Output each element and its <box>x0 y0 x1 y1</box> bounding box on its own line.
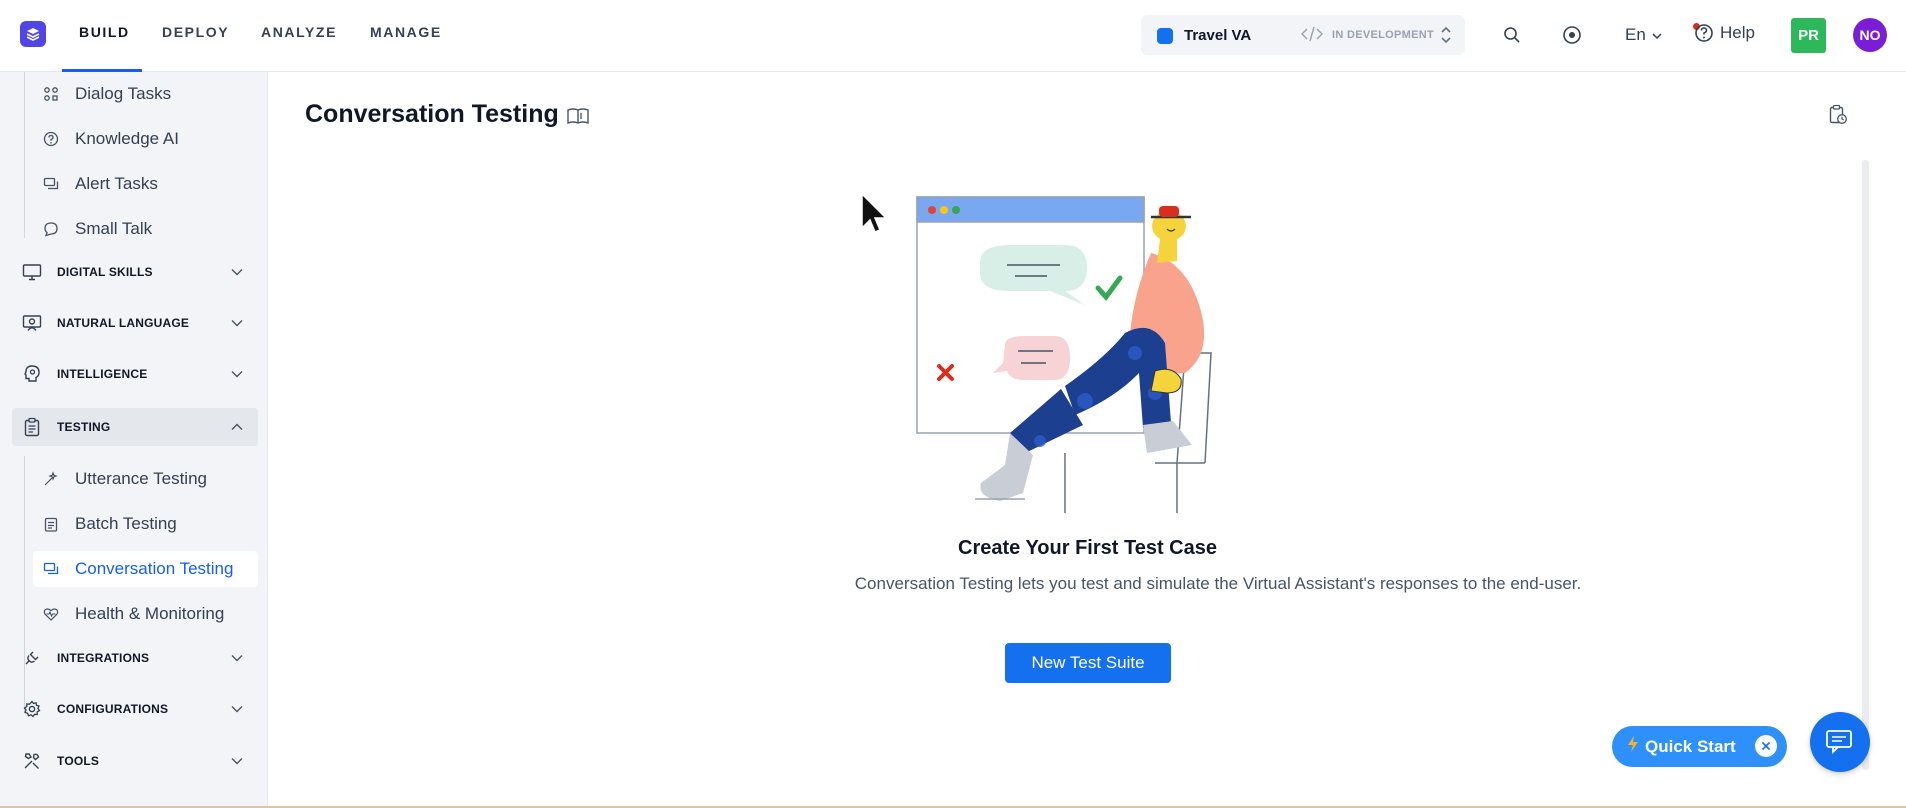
sidebar-item-dialog-tasks[interactable]: Dialog Tasks <box>33 76 258 112</box>
batch-testing-icon <box>43 516 59 532</box>
plug-icon <box>22 648 42 668</box>
sidebar-section-testing[interactable]: TESTING <box>12 408 258 446</box>
conversation-testing-icon <box>43 561 59 577</box>
bot-icon <box>1157 28 1173 44</box>
sidebar-section-label: INTEGRATIONS <box>57 651 150 665</box>
tab-analyze[interactable]: ANALYZE <box>261 24 337 40</box>
sidebar-section-label: TOOLS <box>57 754 100 768</box>
sidebar-item-utterance-testing[interactable]: Utterance Testing <box>33 461 258 497</box>
language-label: En <box>1625 25 1646 44</box>
settings-icon <box>22 699 42 719</box>
sidebar-item-label: Small Talk <box>75 219 153 238</box>
sidebar-section-natural-language[interactable]: NATURAL LANGUAGE <box>12 304 258 342</box>
bot-selector[interactable]: Travel VA IN DEVELOPMENT <box>1141 15 1465 55</box>
sidebar-item-knowledge-ai[interactable]: Knowledge AI <box>33 121 258 157</box>
chevron-up-icon <box>230 420 244 439</box>
chevron-down-icon <box>230 367 244 386</box>
intelligence-icon <box>22 364 42 384</box>
sidebar-section-label: TESTING <box>57 420 111 434</box>
sidebar-section-integrations[interactable]: INTEGRATIONS <box>12 639 258 677</box>
sidebar-item-label: Conversation Testing <box>75 559 234 578</box>
sidebar-section-label: INTELLIGENCE <box>57 367 148 381</box>
sidebar-item-label: Knowledge AI <box>75 129 179 148</box>
vertical-scrollbar[interactable] <box>1862 160 1869 770</box>
chevron-down-icon <box>230 265 244 284</box>
tab-build[interactable]: BUILD <box>79 24 130 40</box>
help-label: Help <box>1720 23 1755 42</box>
app-logo-icon[interactable] <box>20 21 46 47</box>
quick-start-label: Quick Start <box>1645 736 1736 756</box>
search-icon[interactable] <box>1501 24 1523 46</box>
sidebar-section-label: NATURAL LANGUAGE <box>57 316 190 330</box>
sidebar-item-label: Utterance Testing <box>75 469 207 488</box>
page-title: Conversation Testing <box>305 100 559 128</box>
lightning-icon <box>1627 735 1639 758</box>
empty-state-description: Conversation Testing lets you test and s… <box>854 574 1582 593</box>
chevron-down-icon <box>230 702 244 721</box>
language-selector[interactable]: En <box>1625 25 1663 45</box>
top-navigation-bar: BUILD DEPLOY ANALYZE MANAGE Travel VA IN… <box>0 0 1906 72</box>
monitor-icon <box>22 262 42 282</box>
bot-status: IN DEVELOPMENT <box>1332 29 1434 41</box>
record-icon[interactable] <box>1561 24 1583 46</box>
help-icon <box>1695 24 1713 42</box>
heart-monitor-icon <box>43 606 59 622</box>
bot-name: Travel VA <box>1184 27 1252 44</box>
close-icon[interactable] <box>1755 735 1777 757</box>
sidebar-item-label: Batch Testing <box>75 514 177 533</box>
sidebar-item-label: Alert Tasks <box>75 174 158 193</box>
small-talk-icon <box>43 221 59 237</box>
help-button[interactable]: Help <box>1694 23 1755 43</box>
empty-state-heading-row: Create Your First Test Case <box>0 537 1906 560</box>
clipboard-icon <box>22 417 42 437</box>
empty-state-illustration <box>915 193 1265 518</box>
code-icon <box>1301 26 1323 47</box>
natural-language-icon <box>22 313 42 333</box>
chevron-up-down-icon <box>1440 25 1452 50</box>
sidebar-section-label: CONFIGURATIONS <box>57 702 169 716</box>
knowledge-ai-icon <box>43 131 59 147</box>
tools-icon <box>22 751 42 771</box>
dialog-tasks-icon <box>43 86 59 102</box>
history-clipboard-icon[interactable] <box>1828 104 1848 131</box>
chat-support-button[interactable] <box>1810 712 1870 772</box>
new-test-suite-button[interactable]: New Test Suite <box>1005 643 1171 683</box>
sidebar-item-alert-tasks[interactable]: Alert Tasks <box>33 166 258 202</box>
sidebar-item-label: Health & Monitoring <box>75 604 225 623</box>
quick-start-button[interactable]: Quick Start <box>1612 726 1787 767</box>
sidebar-section-intelligence[interactable]: INTELLIGENCE <box>12 355 258 393</box>
sidebar-item-label: Dialog Tasks <box>75 84 172 103</box>
tab-manage[interactable]: MANAGE <box>370 24 442 40</box>
account-avatar[interactable]: NO <box>1853 18 1887 52</box>
user-badge[interactable]: PR <box>1791 18 1826 53</box>
chevron-down-icon <box>230 754 244 773</box>
tab-deploy[interactable]: DEPLOY <box>162 24 229 40</box>
sidebar-section-label: DIGITAL SKILLS <box>57 265 153 279</box>
utterance-testing-icon <box>43 471 59 487</box>
alert-tasks-icon <box>43 176 59 192</box>
sidebar: Dialog Tasks Knowledge AI Alert Tasks Sm… <box>0 72 268 808</box>
tree-connector <box>24 72 25 238</box>
sidebar-section-tools[interactable]: TOOLS <box>12 742 258 780</box>
sidebar-section-digital-skills[interactable]: DIGITAL SKILLS <box>12 253 258 291</box>
chevron-down-icon <box>1652 33 1662 40</box>
documentation-book-icon[interactable] <box>566 106 590 131</box>
chat-bubble-icon <box>1826 730 1852 755</box>
chevron-down-icon <box>230 651 244 670</box>
mouse-cursor-icon <box>860 192 888 241</box>
sidebar-item-health-monitoring[interactable]: Health & Monitoring <box>33 596 258 632</box>
sidebar-item-small-talk[interactable]: Small Talk <box>33 211 258 247</box>
sidebar-section-configurations[interactable]: CONFIGURATIONS <box>12 690 258 728</box>
empty-state-title: Create Your First Test Case <box>958 537 1217 559</box>
chevron-down-icon <box>230 316 244 335</box>
